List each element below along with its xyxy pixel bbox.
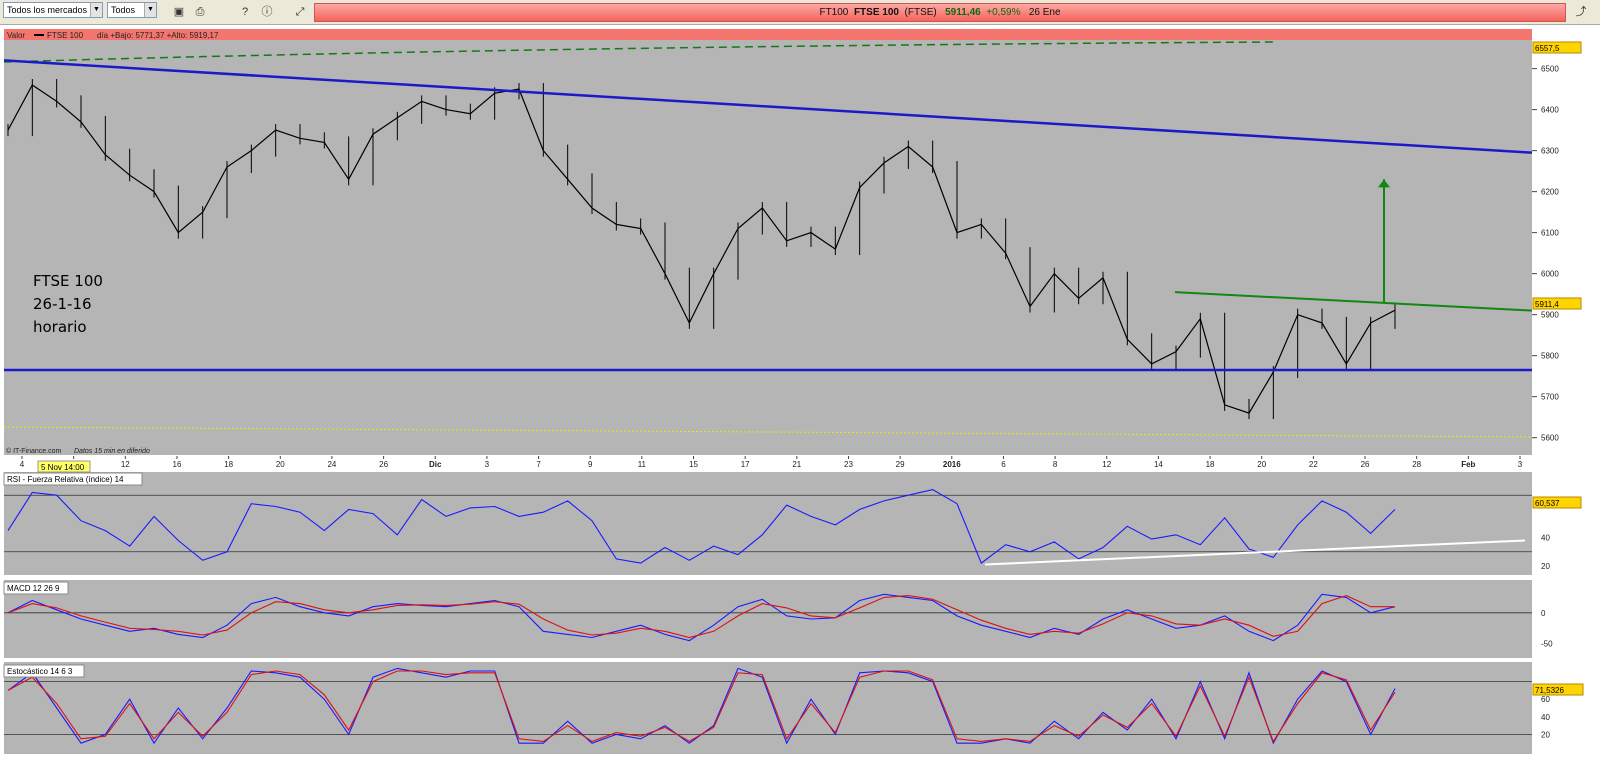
x-label-7: 26 — [379, 460, 388, 469]
main-panel-bg — [4, 40, 1532, 455]
x-label-27: 28 — [1412, 460, 1421, 469]
x-label-24: 20 — [1257, 460, 1266, 469]
rsi-y-label-0: 20 — [1541, 562, 1550, 571]
legend-label: Valor — [7, 31, 25, 40]
x-label-21: 12 — [1102, 460, 1111, 469]
x-label-12: 11 — [638, 460, 647, 469]
type-select[interactable]: Todos ▼ — [107, 2, 157, 18]
chart-type-icon[interactable]: ⤴ — [1572, 3, 1590, 21]
market-select-value: Todos los mercados — [7, 5, 88, 15]
main-y-label-2: 5800 — [1541, 352, 1559, 361]
print-icon[interactable]: ⎙ — [191, 3, 209, 21]
x-label-20: 8 — [1053, 460, 1058, 469]
x-label-14: 17 — [741, 460, 750, 469]
top-toolbar: Todos los mercados ▼ Todos ▼ ▣ ⎙ ? ⓘ ⤢ F… — [0, 0, 1600, 25]
x-label-19: 6 — [1001, 460, 1006, 469]
x-label-0: 4 — [20, 460, 25, 469]
macd-title: MACD 12 26 9 — [7, 584, 60, 593]
x-label-11: 9 — [588, 460, 593, 469]
source-label: © IT-Finance.com — [6, 447, 62, 455]
stoch-last-value: 71,5326 — [1535, 686, 1564, 695]
rsi-y-label-1: 40 — [1541, 534, 1550, 543]
x-label-2: 12 — [121, 460, 130, 469]
ticker-price: 5911,46 — [945, 7, 981, 18]
x-label-8: Dic — [429, 460, 442, 469]
main-y-label-7: 6300 — [1541, 147, 1559, 156]
x-label-26: 26 — [1361, 460, 1370, 469]
x-label-29: 3 — [1518, 460, 1523, 469]
stoch-y-label-2: 60 — [1541, 695, 1550, 704]
main-y-label-3: 5900 — [1541, 311, 1559, 320]
main-header — [4, 29, 1532, 40]
x-axis-bg — [4, 456, 1532, 470]
chart-link-icon[interactable]: ⤢ — [291, 3, 309, 21]
rsi-last-value: 60,537 — [1535, 499, 1560, 508]
x-label-13: 15 — [689, 460, 698, 469]
annotation-line-1: FTSE 100 — [33, 272, 103, 290]
stoch-y-label-0: 20 — [1541, 730, 1550, 739]
x-label-23: 18 — [1206, 460, 1215, 469]
x-label-9: 3 — [485, 460, 490, 469]
ticker-name: FTSE 100 — [853, 7, 899, 18]
ticker-date: 26 Ene — [1028, 7, 1061, 18]
x-label-17: 29 — [896, 460, 905, 469]
x-label-5: 20 — [276, 460, 285, 469]
x-label-15: 21 — [792, 460, 801, 469]
x-label-18: 2016 — [943, 460, 961, 469]
rsi-panel-bg — [4, 472, 1532, 575]
ticker-change: +0,59% — [986, 7, 1021, 18]
x-label-3: 16 — [173, 460, 182, 469]
chart-area: Valor FTSE 100 día +Bajo: 5771,37 +Alto:… — [3, 29, 1598, 754]
info-icon[interactable]: ⓘ — [258, 3, 276, 21]
source-note: Datos 15 min en diferido — [74, 448, 150, 455]
type-select-value: Todos — [111, 5, 136, 15]
stoch-panel-bg — [4, 662, 1532, 754]
annotation-line-3: horario — [33, 318, 87, 336]
x-label-6: 24 — [327, 460, 336, 469]
help-icon[interactable]: ? — [236, 3, 254, 21]
main-y-label-5: 6100 — [1541, 229, 1559, 238]
x-label-4: 18 — [224, 460, 233, 469]
main-y-label-8: 6400 — [1541, 106, 1559, 115]
main-y-label-9: 6500 — [1541, 65, 1559, 74]
ticker-symbol: (FTSE) — [904, 7, 937, 18]
market-select[interactable]: Todos los mercados ▼ — [3, 2, 103, 18]
main-y-label-1: 5700 — [1541, 393, 1559, 402]
rsi-title: RSI - Fuerza Relativa (índice) 14 — [7, 475, 124, 484]
day-range: día +Bajo: 5771,37 +Alto: 5919,17 — [97, 31, 219, 40]
save-icon[interactable]: ▣ — [170, 3, 188, 21]
ticker-code: FT100 — [819, 7, 849, 18]
chevron-down-icon[interactable]: ▼ — [144, 3, 156, 17]
macd-y-label-1: -50 — [1541, 640, 1553, 649]
stoch-y-label-1: 40 — [1541, 713, 1550, 722]
x-label-28: Feb — [1461, 460, 1475, 469]
x-label-16: 23 — [844, 460, 853, 469]
macd-y-label-0: 0 — [1541, 609, 1546, 618]
legend-series: FTSE 100 — [47, 31, 84, 40]
main-y-label-6: 6200 — [1541, 188, 1559, 197]
main-y-label-4: 6000 — [1541, 270, 1559, 279]
x-label-22: 14 — [1154, 460, 1163, 469]
cursor-date: 5 Nov 14:00 — [41, 463, 85, 472]
main-y-label-0: 5600 — [1541, 434, 1559, 443]
stoch-title: Estocástico 14 6 3 — [7, 667, 73, 676]
x-label-25: 22 — [1309, 460, 1318, 469]
annotation-line-2: 26-1-16 — [33, 295, 92, 313]
quote-ticker: FT100 FTSE 100 (FTSE) 5911,46 +0,59% 26 … — [314, 3, 1566, 22]
last-value: 5911,4 — [1535, 300, 1559, 309]
top-value: 6557,5 — [1535, 44, 1560, 53]
x-label-10: 7 — [536, 460, 541, 469]
chevron-down-icon[interactable]: ▼ — [90, 3, 102, 17]
